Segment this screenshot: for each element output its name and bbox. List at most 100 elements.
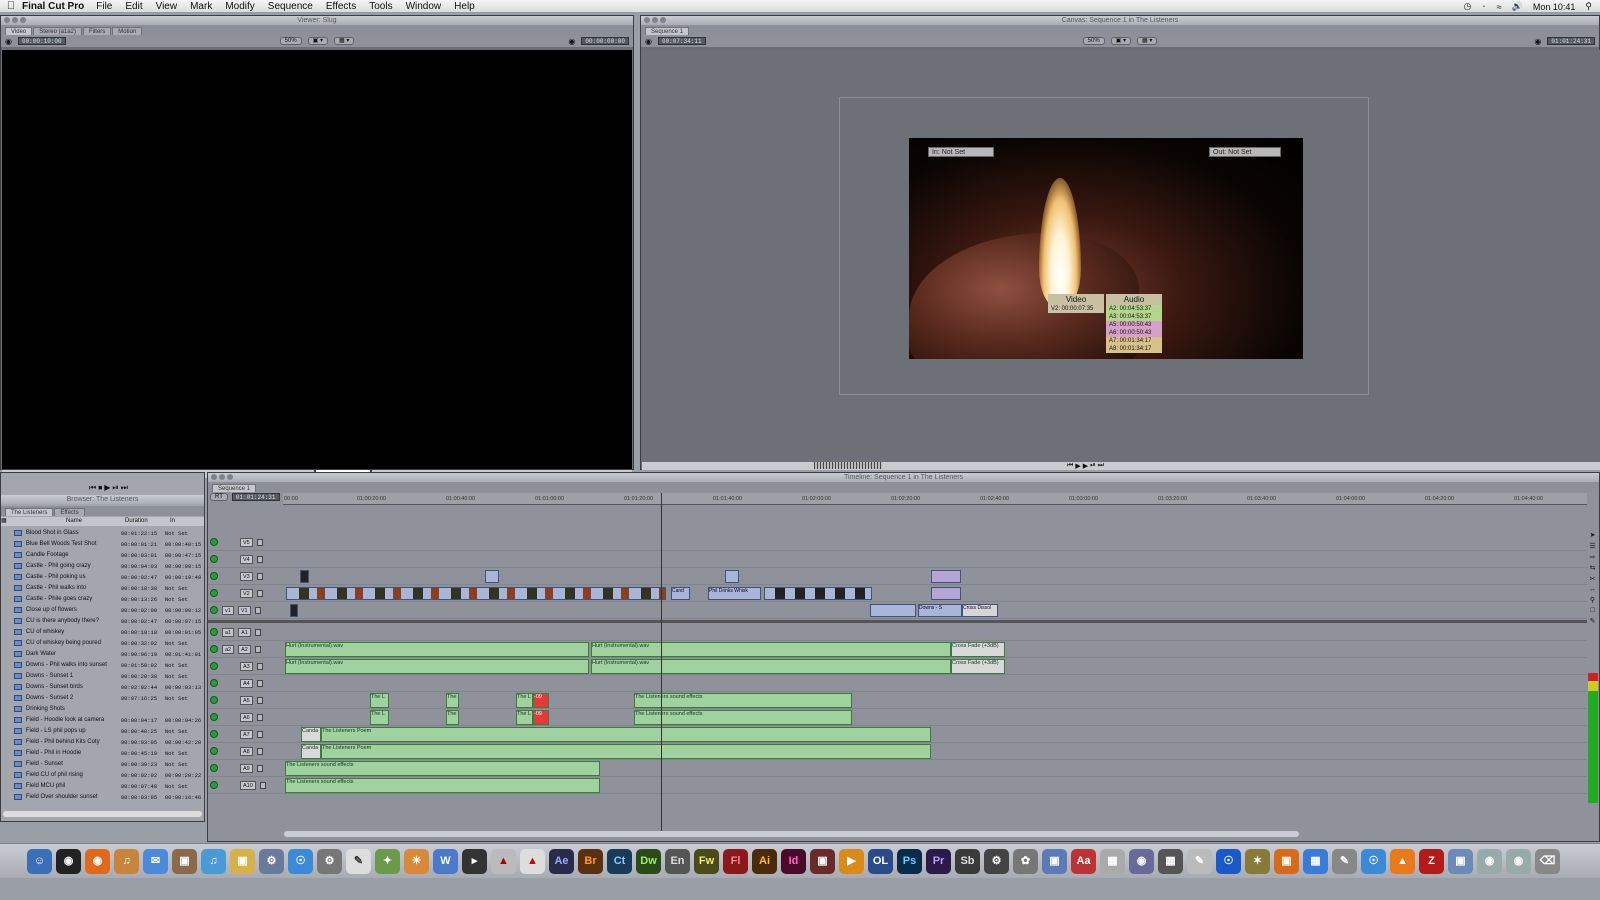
browser-row[interactable]: Dark Water 00:00:06:19 00:01:41:01 [1, 649, 204, 660]
minimize-icon[interactable] [12, 17, 18, 23]
track-a10[interactable]: A10 The Listeners sound effects [208, 777, 1587, 794]
timeline-scrollbar[interactable] [284, 831, 1299, 837]
tab-motion[interactable]: Motion [112, 27, 143, 35]
lock-icon[interactable] [259, 781, 266, 789]
audio-clip-poem[interactable]: The Listeners Poem [321, 744, 931, 759]
jog-icon[interactable]: ◉ [5, 37, 12, 46]
lock-icon[interactable] [256, 730, 263, 738]
crop-tool-icon[interactable]: □ [1590, 607, 1594, 614]
track-audio-icon[interactable] [210, 764, 218, 772]
browser-row[interactable]: Field - Phil in Hoodie 00:00:45:19 Not Set [1, 748, 204, 759]
utility-icon[interactable]: ▦ [1100, 848, 1125, 874]
utility-icon[interactable]: ✎ [1187, 848, 1212, 874]
menu-mark[interactable]: Mark [190, 1, 212, 12]
menu-edit[interactable]: Edit [125, 1, 142, 12]
viewer-overlay-popup[interactable]: ▦ ▾ [334, 37, 355, 45]
firefox-icon[interactable]: ◉ [85, 848, 110, 874]
tab-effects[interactable]: Effects [54, 508, 85, 516]
acrobat-icon[interactable]: ▲ [491, 848, 516, 874]
track-label-v4[interactable]: V4 [240, 554, 253, 564]
bridge-icon[interactable]: Br [578, 848, 603, 874]
shuttle-control[interactable] [814, 462, 882, 469]
video-clip-strip[interactable] [286, 587, 666, 600]
preview-icon[interactable]: ▣ [230, 848, 255, 874]
audio-clip-sfx[interactable]: The Listeners sound effects [634, 693, 852, 708]
browser-row[interactable]: Field - Phil behind Kits Coty 00:00:03:05… [1, 737, 204, 748]
utility-icon[interactable]: ✦ [375, 848, 400, 874]
menu-modify[interactable]: Modify [225, 1, 254, 12]
track-visibility-icon[interactable] [210, 606, 218, 614]
track-a5[interactable]: A5 The L The L The L -09 The Listeners s… [208, 692, 1587, 709]
dreamweaver-icon[interactable]: Dw [636, 848, 661, 874]
app-name-menu[interactable]: Final Cut Pro [22, 1, 84, 12]
track-label-a1[interactable]: A1 [238, 627, 251, 637]
video-clip[interactable] [290, 604, 298, 617]
track-label-a8[interactable]: A8 [240, 746, 253, 756]
tab-sequence-1[interactable]: Sequence 1 [645, 27, 690, 35]
track-label-a5[interactable]: A5 [240, 695, 253, 705]
viewer-zoom-popup[interactable]: 50% [279, 37, 302, 45]
viewer-view-popup[interactable]: ▣ ▾ [307, 37, 329, 45]
menu-effects[interactable]: Effects [326, 1, 356, 12]
utility-icon[interactable]: ☀ [404, 848, 429, 874]
filezilla-icon[interactable]: Z [1419, 848, 1444, 874]
iphoto-icon[interactable]: ▣ [172, 848, 197, 874]
audio-clip-sfx[interactable]: The Listeners sound effects [285, 778, 600, 793]
track-audio-icon[interactable] [210, 628, 218, 636]
video-clip[interactable] [870, 604, 916, 617]
track-label-a3[interactable]: A3 [240, 661, 253, 671]
menu-help[interactable]: Help [454, 1, 475, 12]
folder-icon[interactable]: ▣ [1448, 848, 1473, 874]
transition-canda[interactable]: Canda [301, 727, 321, 742]
source-a2[interactable]: a2 [222, 644, 235, 654]
track-label-a2[interactable]: A2 [238, 644, 251, 654]
lock-icon[interactable] [256, 713, 263, 721]
pen-tool-icon[interactable]: ✎ [1590, 617, 1596, 625]
video-clip-cand[interactable]: Cand [671, 587, 690, 600]
track-a2[interactable]: a2 A2 Hurt (Instrumental).wav Hurt (Instr… [208, 641, 1587, 658]
contribute-icon[interactable]: Ct [607, 848, 632, 874]
browser-titlebar[interactable]: Browser: The Listeners [1, 495, 204, 504]
close-icon[interactable] [211, 474, 217, 480]
video-clip[interactable] [485, 570, 499, 583]
audio-clip-sfx[interactable]: The L [516, 710, 533, 725]
lock-icon[interactable] [256, 572, 263, 580]
menu-file[interactable]: File [96, 1, 112, 12]
utility-icon[interactable]: ⚙ [317, 848, 342, 874]
column-in[interactable]: In [170, 517, 200, 526]
timeline-playhead[interactable] [661, 493, 662, 831]
track-a3[interactable]: A3 Hurt (Instrumental).wav Hurt (Instrum… [208, 658, 1587, 675]
audio-clip-hurt[interactable]: Hurt (Instrumental).wav [591, 642, 951, 657]
tab-stereo[interactable]: Stereo (a1a2) [33, 27, 82, 35]
rewind-button[interactable]: ⏮ [89, 483, 96, 493]
source-a1[interactable]: a1 [222, 627, 235, 637]
track-audio-icon[interactable] [210, 747, 218, 755]
video-clip[interactable] [931, 570, 961, 583]
track-label-a6[interactable]: A6 [240, 712, 253, 722]
lock-icon[interactable] [256, 662, 263, 670]
timeline-ruler[interactable]: 00:00 01:00:20:00 01:00:40:00 01:01:00:0… [283, 493, 1587, 505]
audio-clip-hurt[interactable]: Hurt (Instrumental).wav [285, 642, 589, 657]
canvas-duration-timecode[interactable]: 00:07:34:11 [657, 37, 706, 45]
utility-icon[interactable]: ☉ [1361, 848, 1386, 874]
book-icon[interactable]: ▣ [810, 848, 835, 874]
tab-video[interactable]: Video [5, 27, 33, 35]
track-visibility-icon[interactable] [210, 555, 218, 563]
chart-icon[interactable]: ▦ [1303, 848, 1328, 874]
finder-icon[interactable]: ☺ [27, 848, 52, 874]
audio-clip-hurt[interactable]: Hurt (Instrumental).wav [285, 659, 589, 674]
audio-peak-marker[interactable]: -09 [533, 693, 549, 708]
utility-icon[interactable]: ⚙ [984, 848, 1009, 874]
utility-icon[interactable]: ✎ [1332, 848, 1357, 874]
track-label-v2[interactable]: V2 [240, 588, 253, 598]
bluetooth-icon[interactable]: ᛫ [1481, 2, 1486, 12]
razor-tool-icon[interactable]: ✂ [1590, 575, 1596, 583]
menu-view[interactable]: View [156, 1, 178, 12]
selection-tool-icon[interactable]: ➤ [1590, 531, 1596, 539]
indesign-icon[interactable]: Id [781, 848, 806, 874]
globe-icon[interactable]: ☉ [1216, 848, 1241, 874]
zoom-icon[interactable] [20, 17, 26, 23]
menu-sequence[interactable]: Sequence [268, 1, 313, 12]
photoshop-icon[interactable]: Ps [897, 848, 922, 874]
spotlight-search-icon[interactable]: ⚲ [1585, 1, 1592, 12]
